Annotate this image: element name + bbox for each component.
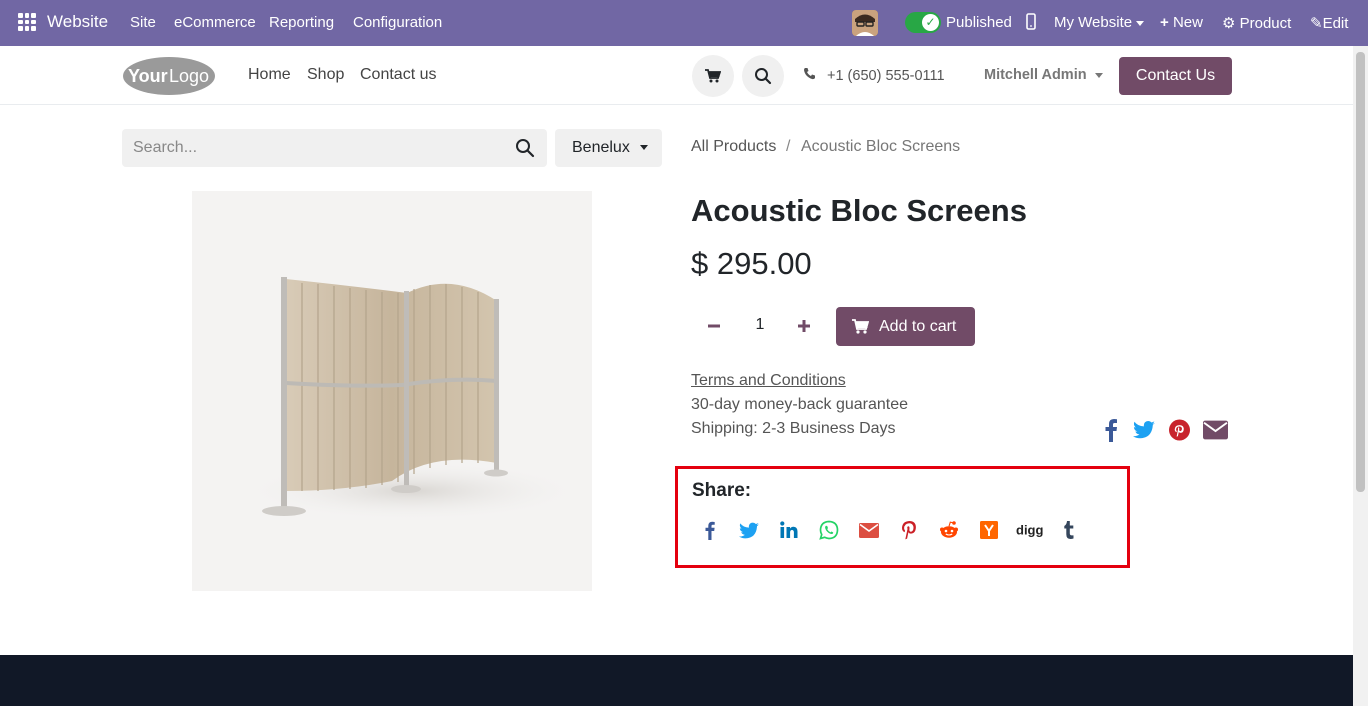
whatsapp-icon[interactable]	[819, 520, 839, 540]
apps-menu-icon[interactable]	[18, 13, 36, 31]
new-label: New	[1172, 14, 1203, 31]
edit-button[interactable]: ✎Edit	[1310, 14, 1348, 32]
phone-link[interactable]: +1 (650) 555-0111	[803, 67, 945, 84]
mobile-preview-icon[interactable]	[1026, 13, 1036, 34]
page-scrollbar[interactable]	[1353, 46, 1368, 706]
search-icon[interactable]	[515, 138, 535, 158]
hackernews-icon[interactable]	[979, 520, 999, 540]
phone-number: +1 (650) 555-0111	[827, 68, 945, 84]
cart-button[interactable]	[692, 55, 734, 97]
search-input[interactable]	[122, 129, 502, 167]
menu-site[interactable]: Site	[130, 14, 156, 31]
nav-shop[interactable]: Shop	[307, 66, 344, 84]
site-header: Your Logo Home Shop Contact us +1 (650) …	[0, 46, 1353, 105]
product-label: Product	[1239, 15, 1292, 32]
search-icon	[755, 68, 772, 85]
product-button[interactable]: ⚙ Product	[1222, 14, 1291, 32]
breadcrumb-all-products[interactable]: All Products	[691, 138, 776, 156]
menu-configuration[interactable]: Configuration	[353, 14, 442, 31]
menu-reporting[interactable]: Reporting	[269, 14, 334, 31]
caret-down-icon	[1094, 72, 1103, 78]
share-label: Share:	[692, 480, 752, 501]
nav-home[interactable]: Home	[248, 66, 291, 84]
twitter-icon[interactable]	[739, 520, 759, 540]
my-website-dropdown[interactable]: My Website	[1054, 14, 1145, 31]
facebook-icon[interactable]	[700, 520, 720, 540]
add-to-cart-button[interactable]: Add to cart	[836, 307, 975, 346]
reddit-icon[interactable]	[939, 520, 959, 540]
digg-text: digg	[1016, 523, 1043, 538]
pencil-icon: ✎	[1310, 15, 1323, 32]
digg-icon[interactable]: digg	[1015, 520, 1043, 540]
pricelist-dropdown[interactable]: Benelux	[555, 129, 662, 167]
published-toggle[interactable]: ✓	[905, 12, 941, 33]
guarantee-text: 30-day money-back guarantee	[691, 396, 909, 413]
caret-down-icon	[1136, 20, 1145, 26]
facebook-icon[interactable]	[1104, 418, 1118, 442]
svg-text:Logo: Logo	[169, 66, 209, 86]
phone-icon	[803, 67, 817, 84]
linkedin-icon[interactable]	[779, 520, 799, 540]
pinterest-icon[interactable]	[899, 520, 919, 540]
published-label[interactable]: Published	[946, 14, 1012, 31]
caret-down-icon	[639, 145, 648, 151]
pricelist-selected: Benelux	[572, 139, 630, 156]
tumblr-icon[interactable]	[1059, 520, 1079, 540]
shipping-text: Shipping: 2-3 Business Days	[691, 420, 896, 437]
product-search	[122, 129, 547, 167]
scrollbar-thumb[interactable]	[1356, 52, 1365, 492]
contact-us-button[interactable]: Contact Us	[1119, 57, 1232, 95]
quantity-minus-icon[interactable]	[704, 316, 724, 336]
check-icon: ✓	[922, 14, 939, 31]
breadcrumb-current: Acoustic Bloc Screens	[801, 138, 961, 155]
plus-icon: +	[1160, 14, 1169, 31]
menu-ecommerce[interactable]: eCommerce	[174, 14, 256, 31]
quantity-input[interactable]: 1	[740, 316, 780, 334]
search-toggle-button[interactable]	[742, 55, 784, 97]
page-footer	[0, 655, 1353, 706]
site-logo[interactable]: Your Logo	[122, 56, 216, 96]
app-brand[interactable]: Website	[47, 12, 108, 32]
envelope-icon[interactable]	[1203, 418, 1228, 442]
terms-link[interactable]: Terms and Conditions	[691, 372, 846, 390]
email-icon[interactable]	[859, 520, 879, 540]
product-title: Acoustic Bloc Screens	[691, 193, 1027, 228]
nav-contact-us[interactable]: Contact us	[360, 66, 436, 84]
breadcrumb-separator: /	[786, 138, 791, 155]
cart-icon	[852, 319, 869, 334]
quantity-plus-icon[interactable]	[794, 316, 814, 336]
new-button[interactable]: + New	[1160, 14, 1203, 31]
pinterest-icon[interactable]	[1169, 418, 1190, 442]
user-name: Mitchell Admin	[984, 67, 1087, 83]
add-to-cart-label: Add to cart	[879, 318, 957, 335]
svg-text:Your: Your	[128, 66, 168, 86]
cart-icon	[705, 69, 721, 83]
gear-icon: ⚙	[1222, 15, 1236, 32]
admin-navbar: Website Site eCommerce Reporting Configu…	[0, 0, 1368, 46]
user-avatar[interactable]	[852, 10, 878, 36]
my-website-label: My Website	[1054, 14, 1133, 31]
product-price: $ 295.00	[691, 246, 812, 281]
user-dropdown[interactable]: Mitchell Admin	[984, 67, 1103, 83]
product-image[interactable]	[192, 191, 592, 591]
twitter-icon[interactable]	[1133, 418, 1155, 442]
edit-label: Edit	[1322, 15, 1349, 32]
